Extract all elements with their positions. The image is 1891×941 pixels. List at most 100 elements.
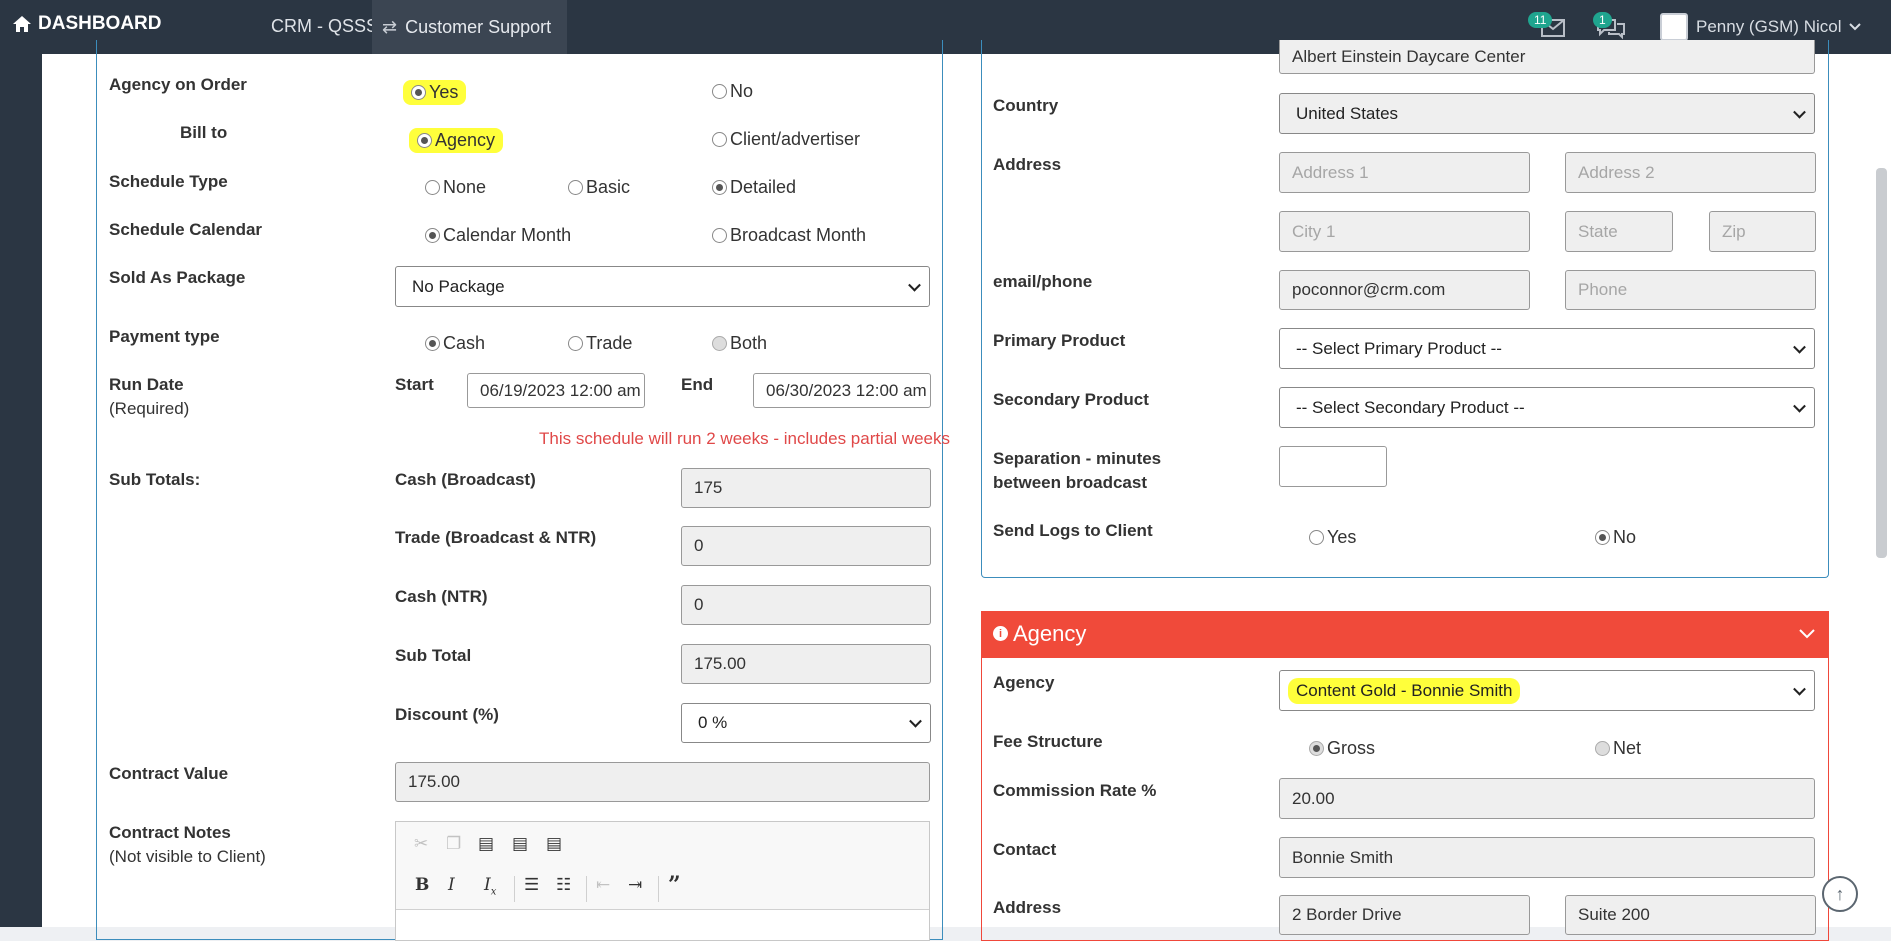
address1-input[interactable]: Address 1	[1279, 152, 1530, 193]
payment-type-cash[interactable]: Cash	[425, 333, 485, 354]
contact-field[interactable]: Bonnie Smith	[1279, 837, 1815, 878]
agency-on-order-yes[interactable]: Yes	[403, 80, 467, 105]
italic-icon[interactable]: I	[448, 875, 455, 895]
agency-address-label: Address	[993, 898, 1062, 917]
address-label: Address	[993, 155, 1062, 174]
copy-icon[interactable]: ❐	[446, 834, 461, 854]
country-select[interactable]: United States	[1279, 93, 1815, 134]
bill-to-label: Bill to	[180, 123, 228, 142]
paste-text-icon[interactable]: ▤	[512, 834, 528, 854]
schedule-calendar-month[interactable]: Calendar Month	[425, 225, 571, 246]
contract-notes-label: Contract Notes	[109, 823, 231, 842]
end-date-input[interactable]: 06/30/2023 12:00 am	[753, 373, 931, 408]
discount-select[interactable]: 0 %	[681, 703, 931, 743]
chevron-down-icon	[909, 714, 922, 728]
nav-crm-qsss[interactable]: CRM - QSSS	[271, 16, 378, 37]
sub-total-field[interactable]: 175.00	[681, 644, 931, 684]
user-menu[interactable]: Penny (GSM) Nicol	[1660, 13, 1862, 41]
editor-toolbar: ✂ ❐ ▤ ▤ ▤ B I Ix ☰ ☷ ⇤ ⇥ ”	[396, 822, 929, 910]
separation-input[interactable]	[1279, 446, 1387, 487]
dashboard-link[interactable]: DASHBOARD	[12, 13, 162, 35]
sold-as-package-select[interactable]: No Package	[395, 266, 930, 307]
schedule-calendar-label: Schedule Calendar	[109, 220, 263, 239]
email-phone-label: email/phone	[993, 272, 1093, 291]
secondary-product-select[interactable]: -- Select Secondary Product --	[1279, 387, 1815, 428]
payment-type-both[interactable]: Both	[712, 333, 767, 354]
agency-panel-header[interactable]: i Agency	[981, 611, 1829, 658]
email-input[interactable]: poconnor@crm.com	[1279, 270, 1530, 310]
schedule-type-label: Schedule Type	[109, 172, 228, 191]
agency-on-order-label: Agency on Order	[109, 75, 247, 94]
fee-structure-net[interactable]: Net	[1595, 738, 1641, 759]
zip-input[interactable]: Zip	[1709, 211, 1816, 252]
paste-word-icon[interactable]: ▤	[546, 834, 562, 854]
payment-type-label: Payment type	[109, 327, 220, 346]
indent-icon[interactable]: ⇥	[628, 875, 642, 895]
outdent-icon[interactable]: ⇤	[596, 875, 610, 895]
cash-broadcast-field[interactable]: 175	[681, 468, 931, 508]
primary-product-label: Primary Product	[993, 331, 1126, 350]
chevron-down-icon	[1793, 682, 1806, 696]
contact-label: Contact	[993, 840, 1057, 859]
phone-input[interactable]: Phone	[1565, 270, 1816, 310]
avatar	[1660, 13, 1688, 41]
paste-icon[interactable]: ▤	[478, 834, 494, 854]
cash-ntr-field[interactable]: 0	[681, 585, 931, 625]
commission-rate-field[interactable]: 20.00	[1279, 778, 1815, 819]
state-input[interactable]: State	[1565, 211, 1673, 252]
schedule-duration-note: This schedule will run 2 weeks - include…	[539, 429, 951, 448]
chevron-down-icon	[1849, 23, 1862, 31]
sidebar	[0, 54, 42, 927]
run-date-label: Run Date	[109, 375, 184, 394]
payment-type-trade[interactable]: Trade	[568, 333, 632, 354]
scroll-to-top-button[interactable]: ↑	[1822, 876, 1858, 912]
send-logs-yes[interactable]: Yes	[1309, 527, 1356, 548]
city-input[interactable]: City 1	[1279, 211, 1530, 252]
blockquote-icon[interactable]: ”	[668, 872, 681, 898]
agency-address1-field[interactable]: 2 Border Drive	[1279, 895, 1530, 935]
trade-label: Trade (Broadcast & NTR)	[395, 528, 597, 547]
scrollbar-thumb[interactable]	[1876, 168, 1887, 558]
contract-value-label: Contract Value	[109, 764, 229, 783]
send-logs-label: Send Logs to Client	[993, 521, 1153, 540]
sub-total-label: Sub Total	[395, 646, 472, 665]
agency-address2-field[interactable]: Suite 200	[1565, 895, 1816, 935]
bullet-list-icon[interactable]: ☷	[556, 875, 571, 895]
country-label: Country	[993, 96, 1059, 115]
agency-label: Agency	[993, 673, 1055, 692]
trade-field[interactable]: 0	[681, 526, 931, 566]
sold-as-package-label: Sold As Package	[109, 268, 246, 287]
contract-notes-editor[interactable]: ✂ ❐ ▤ ▤ ▤ B I Ix ☰ ☷ ⇤ ⇥ ”	[395, 821, 930, 941]
chevron-down-icon[interactable]	[1799, 629, 1815, 639]
chevron-down-icon	[1793, 340, 1806, 354]
chevron-down-icon	[1793, 105, 1806, 119]
schedule-type-detailed[interactable]: Detailed	[712, 177, 796, 198]
bill-to-agency[interactable]: Agency	[409, 128, 504, 153]
agency-select[interactable]: Content Gold - Bonnie Smith	[1279, 670, 1815, 711]
run-date-required: (Required)	[109, 399, 190, 418]
numbered-list-icon[interactable]: ☰	[524, 875, 539, 895]
cut-icon[interactable]: ✂	[414, 834, 428, 854]
schedule-type-none[interactable]: None	[425, 177, 486, 198]
company-name-field[interactable]: Albert Einstein Daycare Center	[1279, 40, 1815, 74]
agency-panel-title: Agency	[1013, 621, 1087, 646]
schedule-type-basic[interactable]: Basic	[568, 177, 630, 198]
user-name: Penny (GSM) Nicol	[1696, 17, 1842, 36]
mail-count-badge: 11	[1528, 12, 1553, 28]
address2-input[interactable]: Address 2	[1565, 152, 1816, 193]
bill-to-client[interactable]: Client/advertiser	[712, 129, 860, 150]
agency-on-order-no[interactable]: No	[712, 81, 753, 102]
contract-value-field[interactable]: 175.00	[395, 762, 930, 802]
exchange-icon: ⇄	[382, 16, 398, 37]
separation-label-line2: between broadcast	[993, 473, 1147, 492]
primary-product-select[interactable]: -- Select Primary Product --	[1279, 328, 1815, 369]
nav-customer-support-label: Customer Support	[405, 16, 552, 37]
end-label: End	[681, 375, 714, 394]
bold-icon[interactable]: B	[415, 875, 429, 895]
start-date-input[interactable]: 06/19/2023 12:00 am	[467, 373, 645, 408]
schedule-broadcast-month[interactable]: Broadcast Month	[712, 225, 866, 246]
remove-format-icon[interactable]: Ix	[484, 875, 496, 897]
send-logs-no[interactable]: No	[1595, 527, 1636, 548]
discount-label: Discount (%)	[395, 705, 499, 724]
fee-structure-gross[interactable]: Gross	[1309, 738, 1375, 759]
